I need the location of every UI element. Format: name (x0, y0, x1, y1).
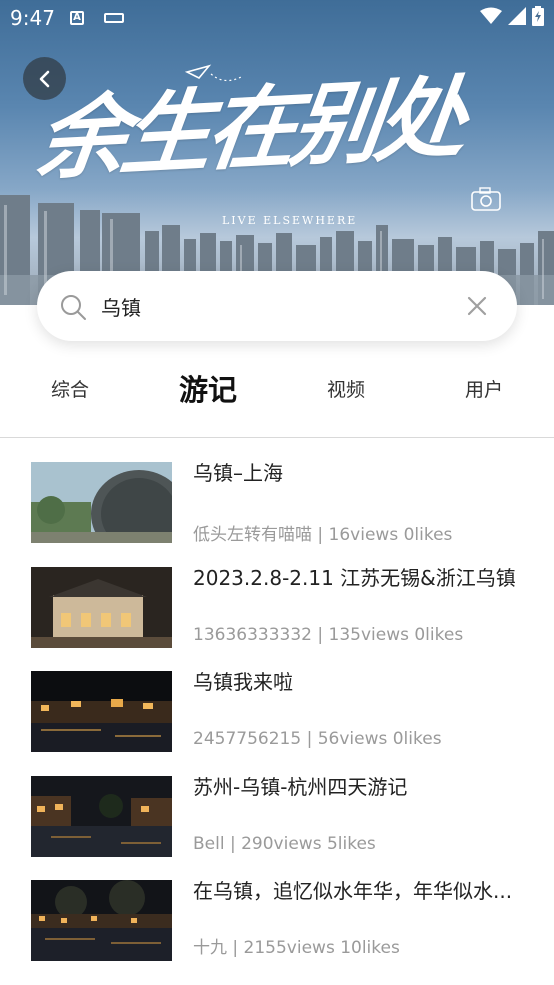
status-time: 9:47 (10, 6, 55, 30)
tab-travel-notes[interactable]: 游记 (158, 355, 258, 421)
result-title: 在乌镇，追忆似水年华，年华似水... (193, 879, 513, 903)
signal-icon (508, 7, 526, 25)
close-icon[interactable] (467, 296, 487, 316)
result-title: 苏州-乌镇-杭州四天游记 (193, 774, 408, 799)
thumbnail-image (31, 566, 172, 648)
result-title: 乌镇–上海 (193, 461, 283, 485)
result-meta: 2457756215 | 56views 0likes (193, 729, 442, 749)
category-tabs: 综合 游记 视频 用户 (0, 355, 554, 425)
list-item[interactable]: 乌镇我来啦 2457756215 | 56views 0likes (0, 664, 554, 769)
hero-banner: 9:47 A 余生在别处 LIVE ELSEWHERE (0, 0, 554, 305)
tab-users[interactable]: 用户 (434, 355, 534, 421)
list-item[interactable]: 2023.2.8-2.11 江苏无锡&浙江乌镇 13636333332 | 13… (0, 560, 554, 665)
result-meta: 十九 | 2155views 10likes (193, 938, 400, 958)
wifi-icon (480, 7, 502, 24)
result-meta: 13636333332 | 135views 0likes (193, 624, 464, 645)
search-bar[interactable] (37, 271, 517, 341)
tab-comprehensive[interactable]: 综合 (20, 355, 120, 421)
search-icon (61, 295, 86, 320)
thumbnail-image (31, 880, 172, 961)
thumbnail-image (31, 775, 172, 857)
result-meta: Bell | 290views 5likes (193, 833, 376, 854)
results-list: 乌镇–上海 低头左转有喵喵 | 16views 0likes 2023.2.8-… (0, 455, 554, 978)
camera-icon (471, 187, 501, 211)
banner-subtitle: LIVE ELSEWHERE (222, 214, 358, 227)
result-title: 乌镇我来啦 (193, 670, 293, 694)
accessibility-icon: A (70, 11, 84, 25)
tab-videos[interactable]: 视频 (296, 355, 396, 421)
result-meta: 低头左转有喵喵 | 16views 0likes (193, 525, 453, 545)
list-item[interactable]: 乌镇–上海 低头左转有喵喵 | 16views 0likes (0, 455, 554, 560)
thumbnail-image (31, 671, 172, 752)
status-bar: 9:47 A (0, 0, 554, 36)
battery-icon (532, 6, 544, 26)
search-input[interactable] (101, 289, 441, 323)
tabs-divider (0, 437, 554, 438)
list-item[interactable]: 在乌镇，追忆似水年华，年华似水... 十九 | 2155views 10like… (0, 873, 554, 978)
keyboard-icon (104, 13, 124, 23)
list-item[interactable]: 苏州-乌镇-杭州四天游记 Bell | 290views 5likes (0, 769, 554, 874)
result-title: 2023.2.8-2.11 江苏无锡&浙江乌镇 (193, 565, 516, 590)
thumbnail-image (31, 462, 172, 543)
banner-title: 余生在别处 (30, 65, 468, 193)
status-indicators (480, 6, 544, 26)
